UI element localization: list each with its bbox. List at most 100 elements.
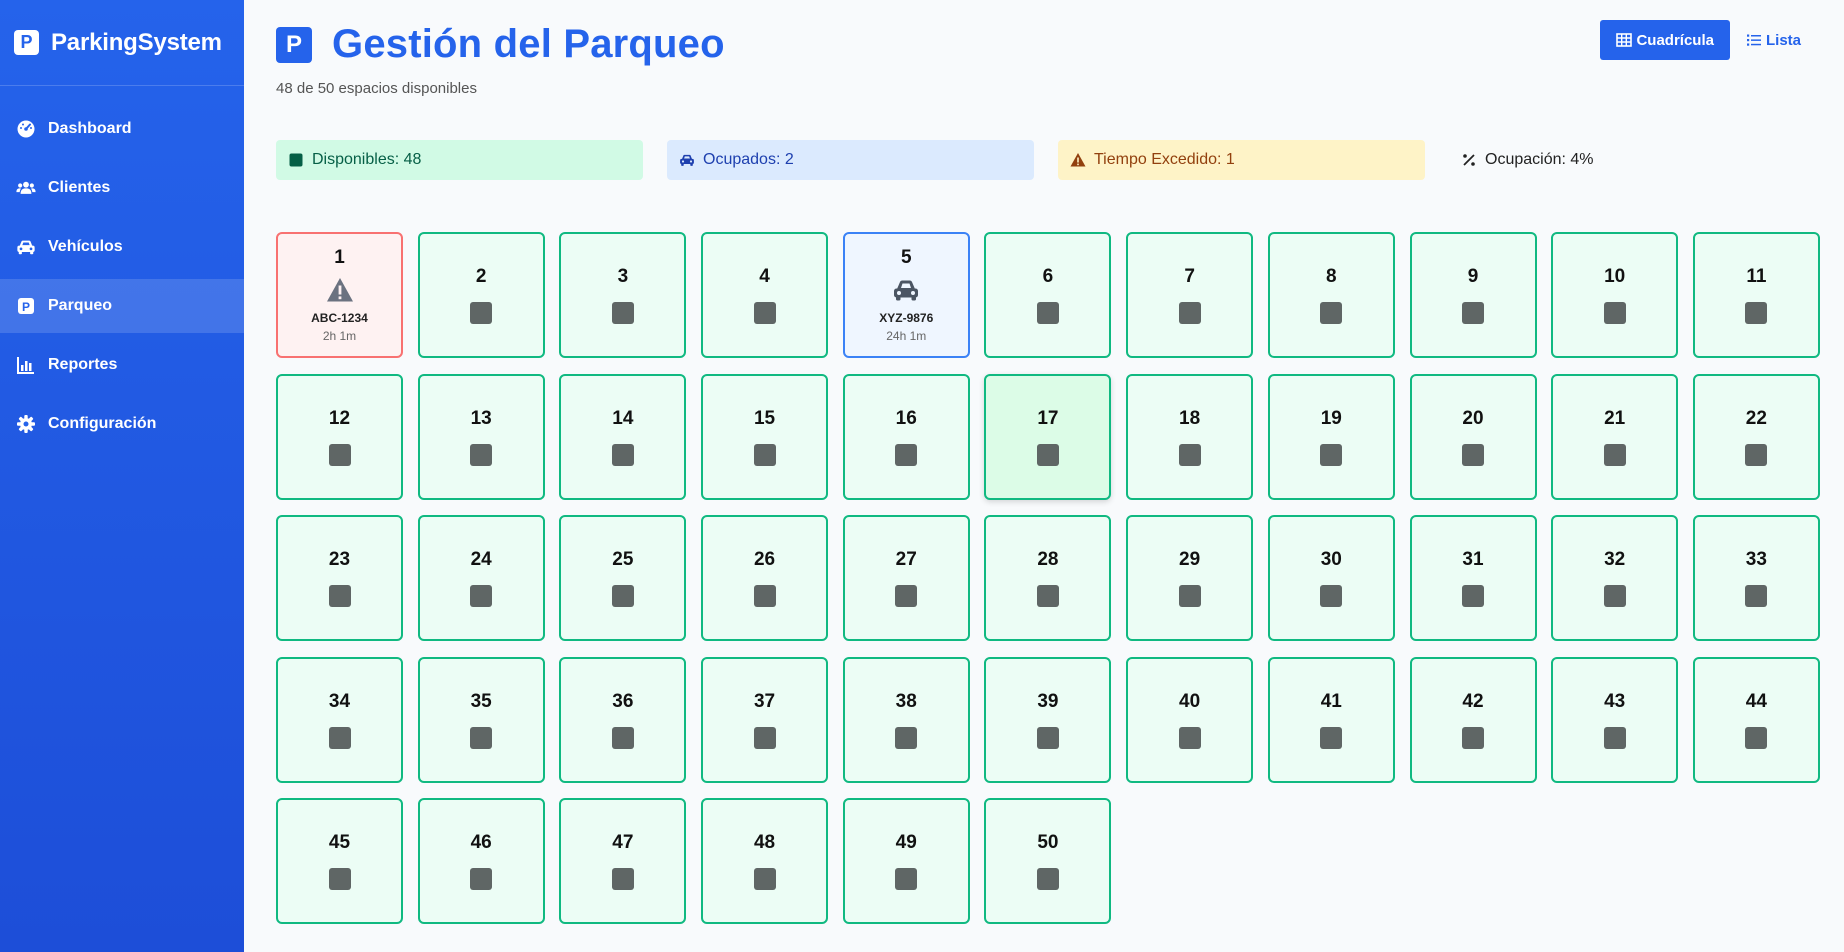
car-icon	[16, 237, 40, 257]
parking-spot-40[interactable]: 40	[1126, 656, 1254, 783]
parking-spot-13[interactable]: 13	[417, 373, 545, 500]
sidebar-item-label: Clientes	[48, 179, 111, 196]
sidebar-item-label: Dashboard	[48, 120, 132, 137]
square-icon	[289, 153, 303, 167]
available-square-icon	[611, 726, 634, 749]
parking-spot-42[interactable]: 42	[1409, 656, 1537, 783]
grid-icon	[1616, 33, 1633, 47]
parking-spot-1[interactable]: 1 ABC-1234 2h 1m	[276, 232, 403, 358]
parking-spot-39[interactable]: 39	[984, 656, 1112, 783]
parking-spot-41[interactable]: 41	[1267, 656, 1395, 783]
parking-spot-30[interactable]: 30	[1267, 515, 1395, 641]
parking-spot-29[interactable]: 29	[1126, 515, 1254, 641]
parking-spot-18[interactable]: 18	[1126, 373, 1254, 500]
parking-spot-23[interactable]: 23	[276, 515, 403, 641]
parking-spot-45[interactable]: 45	[276, 798, 403, 924]
parking-spot-16[interactable]: 16	[842, 373, 970, 500]
parking-spot-44[interactable]: 44	[1692, 656, 1820, 783]
available-square-icon	[470, 302, 493, 324]
parking-spot-7[interactable]: 7	[1126, 232, 1254, 358]
list-icon	[1746, 34, 1761, 46]
parking-spot-6[interactable]: 6	[984, 232, 1112, 358]
spot-number: 31	[1462, 549, 1484, 570]
car-icon	[680, 154, 694, 166]
spot-number: 14	[612, 407, 634, 429]
parking-grid: 1 ABC-1234 2h 1m 2 3 4 5 XYZ-9876 24h 1m 6 7 8 9 10 11…	[276, 232, 1820, 924]
parking-spot-34[interactable]: 34	[276, 656, 403, 783]
parking-spot-15[interactable]: 15	[701, 373, 829, 500]
parking-spot-21[interactable]: 21	[1551, 373, 1679, 500]
available-square-icon	[1036, 868, 1059, 890]
spot-number: 22	[1745, 407, 1767, 429]
available-square-icon	[328, 443, 351, 466]
parking-spot-22[interactable]: 22	[1692, 373, 1820, 500]
parking-spot-8[interactable]: 8	[1267, 232, 1395, 358]
sidebar-item-parqueo[interactable]: P Parqueo	[0, 279, 244, 333]
parking-spot-12[interactable]: 12	[276, 373, 403, 500]
parking-spot-2[interactable]: 2	[417, 232, 545, 358]
parking-spot-38[interactable]: 38	[842, 656, 970, 783]
parking-spot-37[interactable]: 37	[701, 656, 829, 783]
parking-spot-46[interactable]: 46	[417, 798, 545, 924]
stat-available-label: Disponibles: 48	[312, 151, 422, 168]
parking-spot-35[interactable]: 35	[417, 656, 545, 783]
parking-spot-11[interactable]: 11	[1692, 232, 1820, 358]
gauge-icon	[16, 119, 40, 139]
list-view-button[interactable]: Lista	[1730, 20, 1817, 60]
parking-spot-31[interactable]: 31	[1409, 515, 1537, 641]
spot-number: 12	[328, 407, 351, 429]
parking-spot-25[interactable]: 25	[559, 515, 687, 641]
spot-number: 24	[470, 549, 492, 570]
sidebar-item-vehiculos[interactable]: Vehículos	[0, 220, 244, 274]
parking-spot-4[interactable]: 4	[701, 232, 829, 358]
parking-spot-28[interactable]: 28	[984, 515, 1112, 641]
available-square-icon	[1178, 726, 1201, 749]
sidebar-item-dashboard[interactable]: Dashboard	[0, 102, 244, 156]
sidebar-item-configuracion[interactable]: Configuración	[0, 397, 244, 451]
available-square-icon	[1603, 443, 1626, 466]
available-square-icon	[1745, 302, 1768, 324]
parking-spot-17[interactable]: 17	[984, 373, 1112, 500]
parking-spot-32[interactable]: 32	[1551, 515, 1679, 641]
parking-icon: P	[16, 296, 40, 316]
available-square-icon	[1036, 302, 1059, 324]
parking-spot-43[interactable]: 43	[1551, 656, 1679, 783]
available-square-icon	[1462, 443, 1484, 466]
parking-spot-49[interactable]: 49	[842, 798, 970, 924]
percent-icon	[1463, 154, 1475, 166]
parking-spot-19[interactable]: 19	[1267, 373, 1395, 500]
sidebar-item-reportes[interactable]: Reportes	[0, 338, 244, 392]
svg-text:P: P	[22, 300, 30, 314]
spot-number: 2	[475, 266, 487, 287]
parking-spot-5[interactable]: 5 XYZ-9876 24h 1m	[842, 232, 970, 358]
users-icon	[16, 178, 40, 198]
sidebar-item-clientes[interactable]: Clientes	[0, 161, 244, 215]
parking-spot-36[interactable]: 36	[559, 656, 687, 783]
spot-number: 20	[1462, 407, 1484, 429]
parking-spot-3[interactable]: 3	[559, 232, 687, 358]
parking-spot-10[interactable]: 10	[1551, 232, 1679, 358]
parking-spot-20[interactable]: 20	[1409, 373, 1537, 500]
parking-spot-33[interactable]: 33	[1692, 515, 1820, 641]
available-square-icon	[1462, 585, 1484, 607]
brand[interactable]: P ParkingSystem	[0, 0, 244, 86]
available-square-icon	[611, 585, 634, 607]
available-square-icon	[1462, 302, 1484, 324]
parking-spot-14[interactable]: 14	[559, 373, 687, 500]
spot-number: 38	[895, 690, 917, 712]
spot-number: 45	[328, 832, 351, 853]
main-content: P Gestión del Parqueo 48 de 50 espacios …	[244, 0, 1844, 952]
parking-spot-26[interactable]: 26	[701, 515, 829, 641]
parking-spot-48[interactable]: 48	[701, 798, 829, 924]
grid-view-button[interactable]: Cuadrícula	[1600, 20, 1730, 60]
available-square-icon	[1320, 302, 1343, 324]
available-square-icon	[1462, 726, 1484, 749]
stat-occupancy: Ocupación: 4%	[1449, 140, 1649, 180]
spot-number: 18	[1179, 407, 1201, 429]
parking-spot-50[interactable]: 50	[984, 798, 1112, 924]
parking-spot-24[interactable]: 24	[417, 515, 545, 641]
parking-spot-9[interactable]: 9	[1409, 232, 1537, 358]
parking-spot-27[interactable]: 27	[842, 515, 970, 641]
available-square-icon	[753, 868, 776, 890]
parking-spot-47[interactable]: 47	[559, 798, 687, 924]
